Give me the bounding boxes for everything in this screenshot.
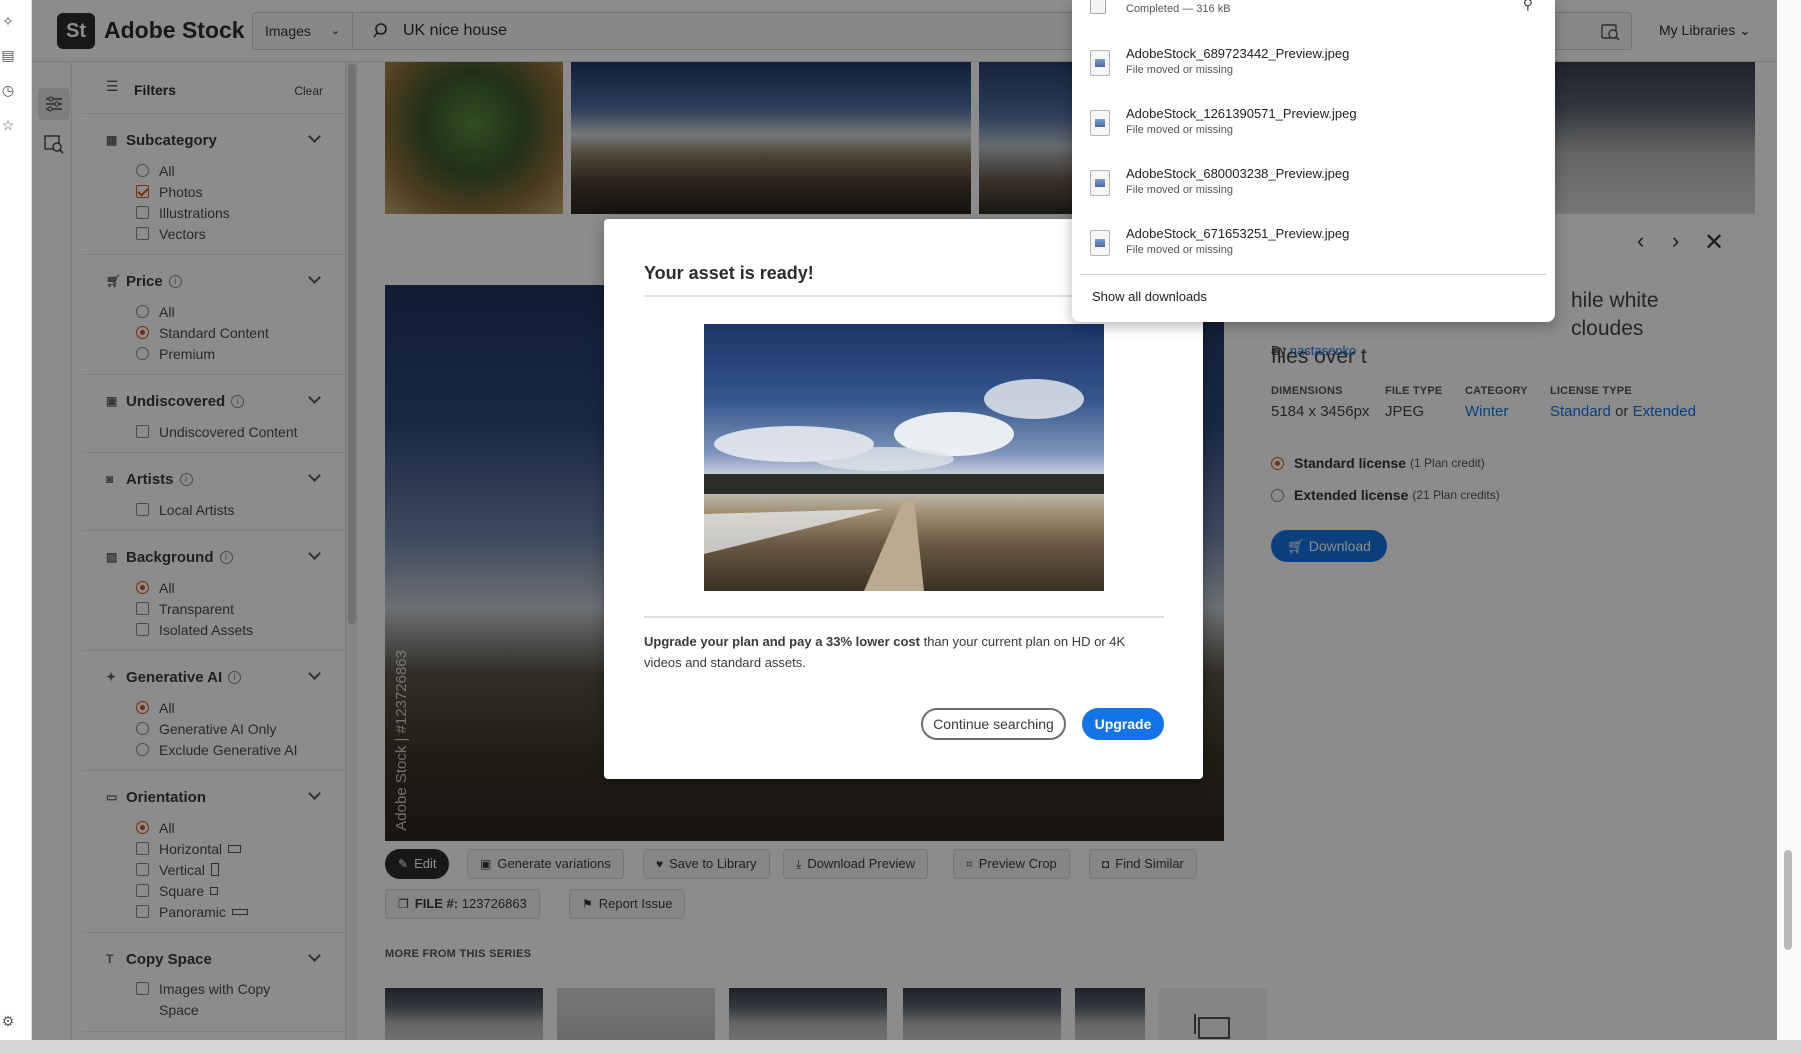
search-icon[interactable]: ⚲	[1523, 0, 1533, 13]
browser-sidebar: ✧ ▤ ◷ ☆ ⚙	[0, 0, 32, 1054]
window-bottom-bar	[0, 1040, 1801, 1054]
divider	[644, 616, 1164, 618]
asset-thumbnail	[704, 324, 1104, 591]
divider	[1080, 274, 1546, 275]
download-filename: AdobeStock_689723442_Preview.jpeg	[1126, 46, 1350, 61]
download-item-status: File moved or missing	[1126, 244, 1233, 256]
history-icon[interactable]: ◷	[0, 81, 16, 99]
continue-searching-button[interactable]: Continue searching	[921, 708, 1066, 740]
landscape-illustration	[704, 379, 1104, 591]
download-item[interactable]: AdobeStock_671653251_Preview.jpeg File m…	[1072, 224, 1555, 274]
tab-groups-icon[interactable]: ▤	[0, 46, 16, 64]
image-file-icon	[1090, 170, 1110, 196]
download-item-status: File moved or missing	[1126, 64, 1233, 76]
upgrade-button[interactable]: Upgrade	[1082, 708, 1164, 740]
image-file-icon	[1090, 110, 1110, 136]
downloads-panel: Completed — 316 kB ⚲ AdobeStock_68972344…	[1072, 0, 1555, 322]
dialog-title: Your asset is ready!	[644, 263, 814, 283]
extensions-icon[interactable]: ✧	[0, 12, 16, 30]
download-item-status: File moved or missing	[1126, 184, 1233, 196]
download-filename: AdobeStock_680003238_Preview.jpeg	[1126, 166, 1350, 181]
show-all-downloads-link[interactable]: Show all downloads	[1092, 289, 1207, 304]
download-item[interactable]: AdobeStock_1261390571_Preview.jpeg File …	[1072, 104, 1555, 154]
page-scrollbar[interactable]	[1777, 0, 1801, 1040]
bookmarks-icon[interactable]: ☆	[0, 116, 16, 134]
download-item[interactable]: AdobeStock_689723442_Preview.jpeg File m…	[1072, 44, 1555, 94]
settings-icon[interactable]: ⚙	[0, 1012, 16, 1030]
download-item-status: File moved or missing	[1126, 124, 1233, 136]
download-filename: AdobeStock_1261390571_Preview.jpeg	[1126, 106, 1357, 121]
image-file-icon	[1090, 50, 1110, 76]
download-filename: AdobeStock_671653251_Preview.jpeg	[1126, 226, 1350, 241]
download-item[interactable]: AdobeStock_680003238_Preview.jpeg File m…	[1072, 164, 1555, 214]
download-status: Completed — 316 kB	[1126, 3, 1231, 15]
file-icon	[1090, 0, 1106, 14]
upgrade-message: Upgrade your plan and pay a 33% lower co…	[644, 631, 1164, 673]
upgrade-message-bold: Upgrade your plan and pay a 33% lower co…	[644, 634, 920, 649]
image-file-icon	[1090, 230, 1110, 256]
